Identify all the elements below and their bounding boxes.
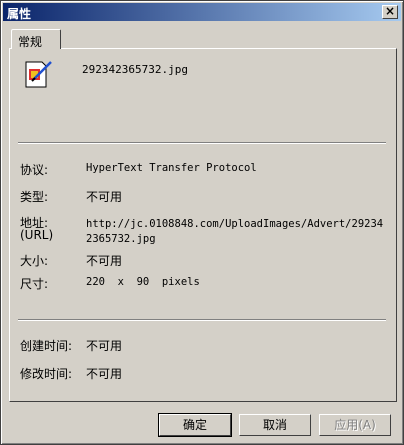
separator-bottom	[18, 319, 386, 321]
window-title: 属性	[7, 7, 32, 21]
general-panel: 292342365732.jpg 协议: HyperText Transfer …	[9, 48, 397, 402]
dimensions-value: 220 x 90 pixels	[86, 276, 200, 288]
modified-value: 不可用	[86, 367, 123, 381]
type-value: 不可用	[86, 190, 123, 204]
properties-dialog: 属性 × 常规 292342365732.jpg 协议: HyperText T…	[0, 0, 404, 445]
type-label: 类型:	[20, 190, 49, 204]
tab-label: 常规	[18, 35, 43, 49]
address-value-line1: http://jc.0108848.com/UploadImages/Adver…	[86, 218, 384, 230]
image-file-icon	[25, 61, 52, 88]
close-button[interactable]: ×	[382, 4, 398, 19]
protocol-label: 协议:	[20, 163, 49, 177]
created-value: 不可用	[86, 339, 123, 353]
size-label: 大小:	[20, 254, 49, 268]
modified-label: 修改时间:	[20, 367, 73, 381]
close-icon: ×	[384, 4, 396, 18]
tab-general[interactable]: 常规	[11, 29, 61, 49]
apply-button[interactable]: 应用(A)	[319, 414, 391, 436]
address-value-line2: 2365732.jpg	[86, 233, 156, 245]
protocol-value: HyperText Transfer Protocol	[86, 162, 257, 174]
title-bar[interactable]: 属性 ×	[3, 3, 401, 21]
file-name: 292342365732.jpg	[82, 63, 188, 76]
address-label-sub: (URL)	[20, 228, 54, 242]
size-value: 不可用	[86, 254, 123, 268]
cancel-button[interactable]: 取消	[239, 414, 311, 436]
separator-top	[18, 142, 386, 144]
created-label: 创建时间:	[20, 339, 73, 353]
dimensions-label: 尺寸:	[20, 277, 49, 291]
ok-button[interactable]: 确定	[158, 413, 232, 437]
